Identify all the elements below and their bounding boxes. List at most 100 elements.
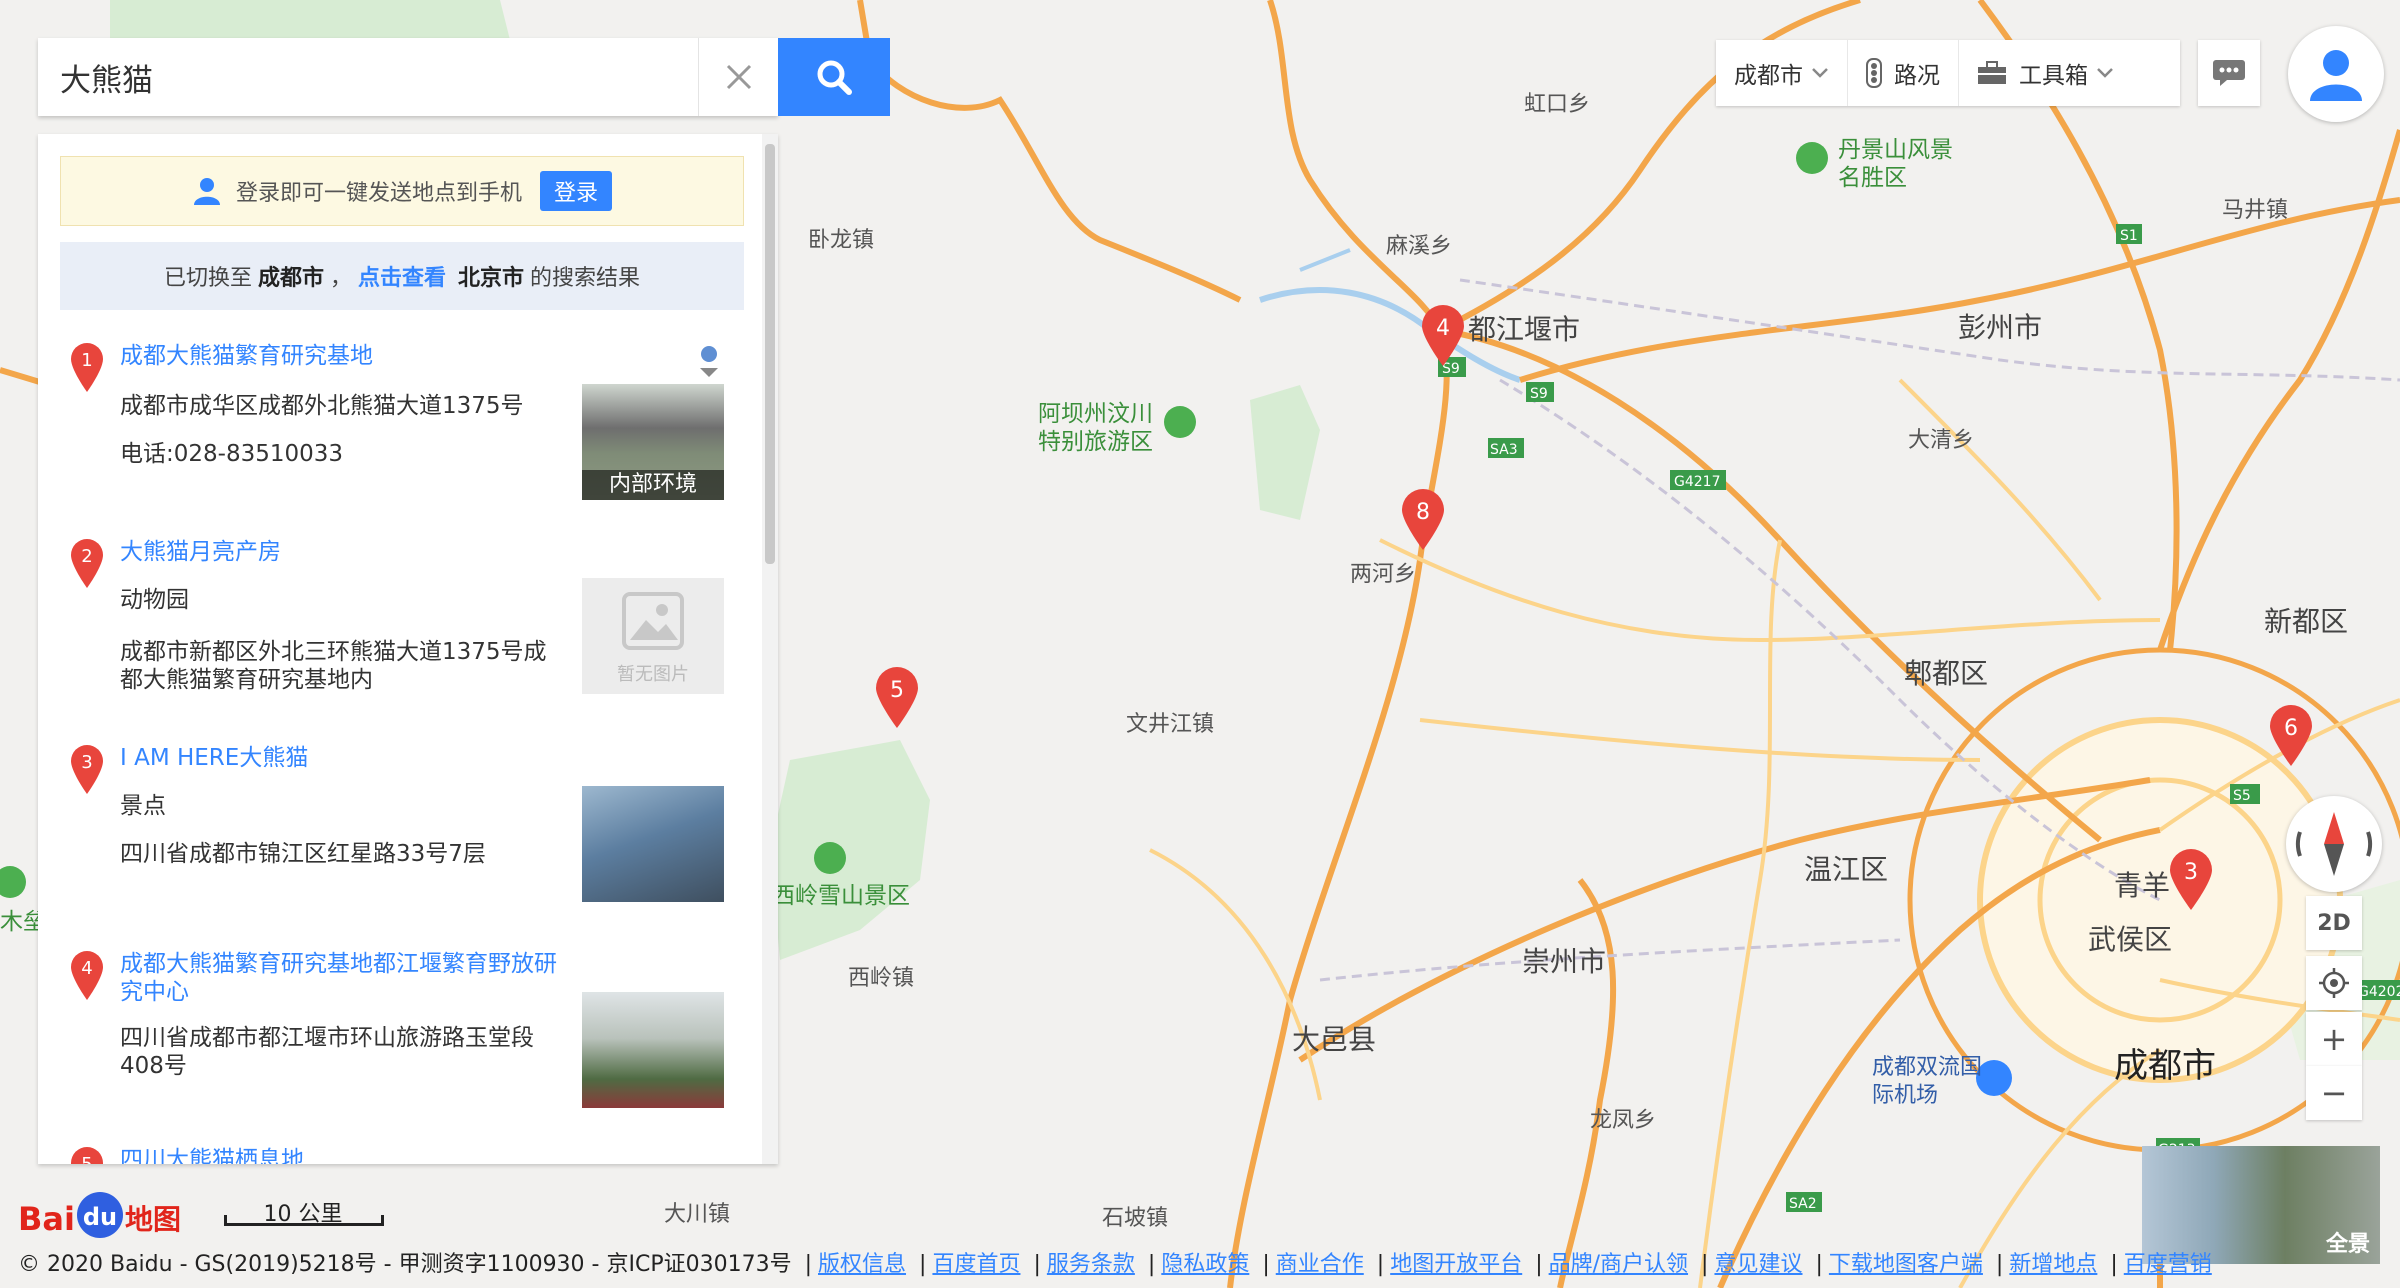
streetview-icon[interactable] — [696, 344, 722, 378]
chevron-down-icon — [2097, 68, 2113, 78]
toolbox-icon — [1978, 61, 2006, 84]
place-pengzhou: 彭州市 — [1958, 311, 2043, 344]
scrollbar-thumb[interactable] — [765, 144, 775, 564]
map-marker-4[interactable]: 4 — [1420, 304, 1466, 368]
place-xiling: 西岭雪山景区 — [772, 883, 910, 909]
footer-link[interactable]: 地图开放平台 — [1390, 1252, 1522, 1277]
user-avatar-icon — [2310, 50, 2362, 101]
panorama-thumbnail[interactable]: 全景 — [2142, 1146, 2380, 1264]
result-thumbnail[interactable] — [582, 992, 724, 1108]
message-button[interactable] — [2198, 40, 2260, 106]
footer-link[interactable]: 隐私政策 — [1161, 1252, 1249, 1277]
result-item[interactable]: 3 I AM HERE大熊猫 景点 四川省成都市锦江区红星路33号7层 — [38, 744, 762, 934]
city-tip-other: 北京市 — [458, 266, 525, 291]
search-icon — [817, 60, 852, 95]
result-address: 四川省成都市都江堰市环山旅游路玉堂段408号 — [120, 1025, 534, 1079]
result-title[interactable]: 大熊猫月亮产房 — [120, 538, 600, 566]
scrollbar[interactable] — [762, 134, 778, 1164]
search-input[interactable] — [38, 38, 698, 116]
result-thumbnail[interactable]: 内部环境 — [582, 384, 724, 500]
scale-bar — [224, 1215, 384, 1226]
city-tip-suffix: 的搜索结果 — [530, 266, 641, 291]
message-icon — [2213, 60, 2245, 86]
svg-text:1: 1 — [81, 350, 92, 371]
result-item[interactable]: 5 四川大熊猫栖息地 — [38, 1146, 762, 1164]
result-address: 成都市新都区外北三环熊猫大道1375号成都大熊猫繁育研究基地内 — [120, 639, 547, 693]
result-marker-icon: 4 — [71, 951, 103, 1000]
map-marker-5[interactable]: 5 — [874, 666, 920, 730]
result-item[interactable]: 1 成都大熊猫繁育研究基地 成都市成华区成都外北熊猫大道1375号 电话:028… — [38, 342, 762, 532]
footer: © 2020 Baidu - GS(2019)5218号 - 甲测资字11009… — [18, 1252, 2212, 1277]
close-icon — [726, 64, 752, 90]
image-placeholder-icon — [622, 592, 684, 650]
view-2d-button[interactable]: 2D — [2306, 896, 2362, 950]
place-danjingshan: 丹景山风景名胜区 — [1838, 137, 1953, 191]
svg-text:S9: S9 — [1530, 386, 1548, 402]
zoom-out-button[interactable]: − — [2306, 1066, 2362, 1120]
toolbox-button[interactable]: 工具箱 — [1959, 40, 2132, 106]
user-icon — [193, 178, 220, 205]
result-address: 成都市成华区成都外北熊猫大道1375号 — [120, 393, 524, 419]
thumbnail-placeholder-text: 暂无图片 — [617, 664, 689, 685]
svg-text:6: 6 — [2284, 716, 2298, 741]
svg-text:S1: S1 — [2120, 228, 2138, 244]
zoom-in-button[interactable]: + — [2306, 1012, 2362, 1066]
map-marker-6[interactable]: 6 — [2268, 704, 2314, 768]
footer-link[interactable]: 百度首页 — [932, 1252, 1020, 1277]
city-select-label: 成都市 — [1734, 63, 1803, 89]
result-title[interactable]: 成都大熊猫繁育研究基地都江堰繁育野放研究中心 — [120, 950, 560, 1006]
result-item[interactable]: 2 大熊猫月亮产房 动物园 成都市新都区外北三环熊猫大道1375号成都大熊猫繁育… — [38, 538, 762, 728]
compass-control[interactable] — [2286, 796, 2382, 892]
toolbox-label: 工具箱 — [2019, 63, 2088, 89]
place-longfeng: 龙凤乡 — [1590, 1108, 1657, 1133]
result-title[interactable]: I AM HERE大熊猫 — [120, 744, 600, 772]
result-item[interactable]: 4 成都大熊猫繁育研究基地都江堰繁育野放研究中心 四川省成都市都江堰市环山旅游路… — [38, 950, 762, 1140]
place-dayi: 大邑县 — [1292, 1023, 1377, 1056]
footer-link[interactable]: 意见建议 — [1714, 1252, 1802, 1277]
result-thumbnail[interactable] — [582, 786, 724, 902]
clear-button[interactable] — [698, 38, 779, 116]
city-tip-prefix: 已切换至 — [163, 266, 252, 291]
footer-link[interactable]: 下载地图客户端 — [1829, 1252, 1983, 1277]
logo-bai: Bai — [18, 1200, 75, 1238]
traffic-button[interactable]: 路况 — [1848, 40, 1959, 106]
place-wuhou: 武侯区 — [2088, 923, 2173, 956]
svg-text:3: 3 — [81, 752, 92, 773]
result-title[interactable]: 四川大熊猫栖息地 — [120, 1146, 600, 1164]
footer-link[interactable]: 新增地点 — [2009, 1252, 2097, 1277]
city-tip-sep: ， — [329, 266, 352, 291]
result-panel: 登录即可一键发送地点到手机 登录 已切换至 成都市 ， 点击查看 北京市 的搜索… — [38, 134, 778, 1164]
result-thumbnail[interactable]: 暂无图片 — [582, 578, 724, 694]
city-tip-link[interactable]: 点击查看 — [358, 260, 446, 292]
place-majing: 马井镇 — [2222, 198, 2289, 223]
place-aba: 阿坝州汶川特别旅游区 — [1038, 401, 1153, 455]
result-title[interactable]: 成都大熊猫繁育研究基地 — [120, 342, 600, 370]
locate-button[interactable] — [2306, 956, 2362, 1010]
avatar[interactable] — [2288, 26, 2384, 122]
baidu-map-logo[interactable]: Bai du 地图 — [18, 1178, 181, 1238]
result-marker-icon: 1 — [71, 343, 103, 392]
place-qingyang: 青羊 — [2114, 869, 2171, 902]
footer-link[interactable]: 服务条款 — [1047, 1252, 1135, 1277]
place-daqing: 大清乡 — [1908, 428, 1975, 453]
footer-link[interactable]: 品牌/商户认领 — [1549, 1252, 1688, 1277]
city-select[interactable]: 成都市 — [1716, 40, 1848, 106]
map-marker-8[interactable]: 8 — [1400, 488, 1446, 552]
footer-link[interactable]: 百度营销 — [2124, 1252, 2212, 1277]
place-shipo: 石坡镇 — [1102, 1206, 1169, 1231]
compass-icon — [2296, 812, 2372, 876]
place-xindu: 新都区 — [2264, 605, 2349, 638]
search-button[interactable] — [778, 38, 890, 116]
result-category: 景点 — [120, 793, 166, 819]
map-marker-3[interactable]: 3 — [2168, 848, 2214, 912]
place-wenjiang-town: 文井江镇 — [1126, 712, 1215, 737]
thumbnail-label: 内部环境 — [582, 470, 724, 500]
footer-link[interactable]: 商业合作 — [1276, 1252, 1364, 1277]
traffic-light-icon — [1866, 58, 1882, 88]
svg-text:2: 2 — [81, 546, 92, 567]
footer-link[interactable]: 版权信息 — [818, 1252, 906, 1277]
place-wolong: 卧龙镇 — [808, 228, 875, 253]
login-button[interactable]: 登录 — [540, 171, 613, 211]
login-tip-text: 登录即可一键发送地点到手机 — [235, 181, 522, 206]
svg-text:S5: S5 — [2233, 788, 2251, 804]
